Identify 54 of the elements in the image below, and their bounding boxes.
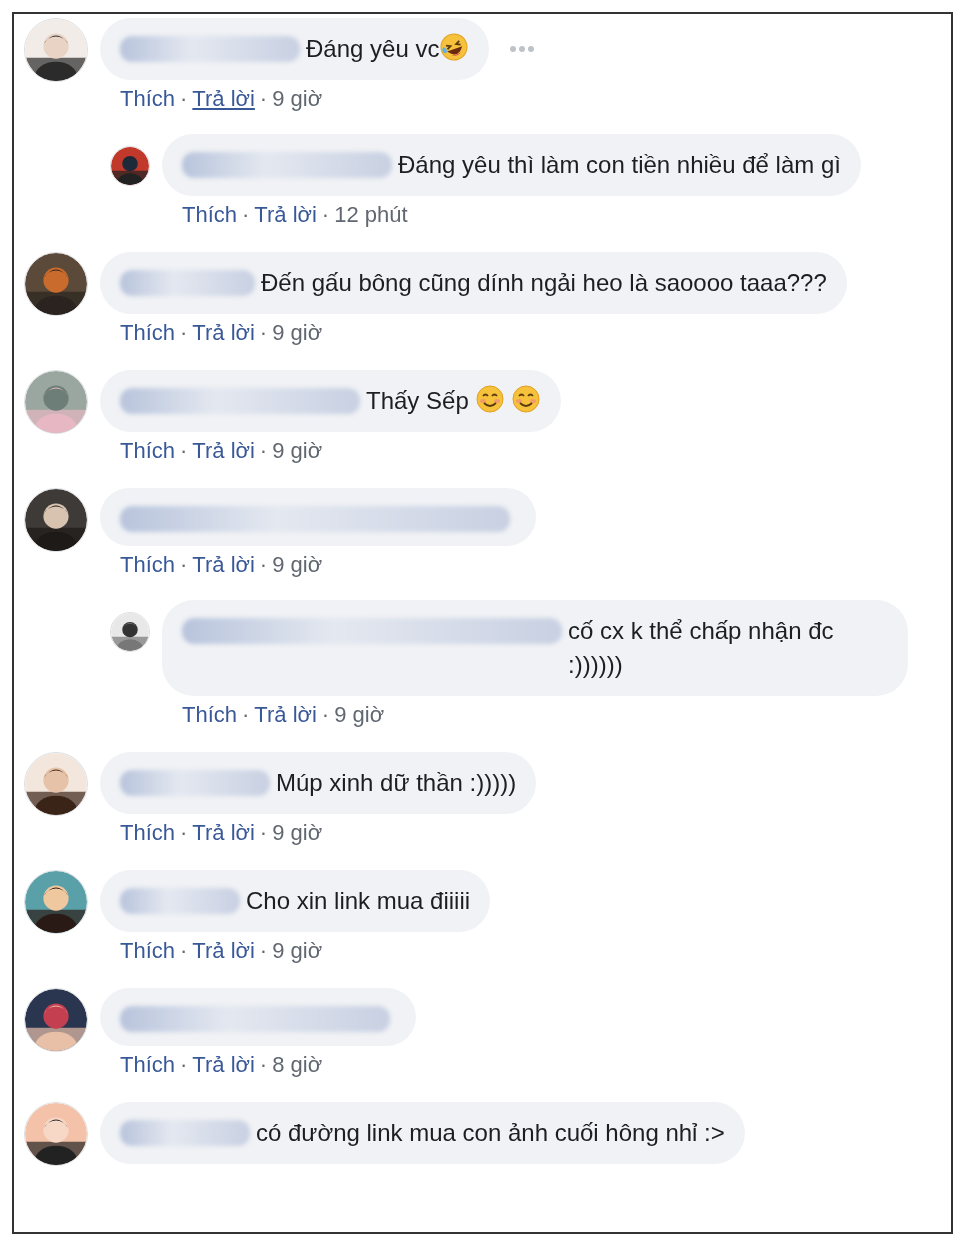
timestamp: 8 giờ bbox=[272, 1050, 323, 1079]
separator-dot: · bbox=[259, 436, 268, 465]
more-options-icon[interactable] bbox=[509, 45, 536, 53]
comment-text: Đến gấu bông cũng dính ngải heo là saoooo taaa??? bbox=[261, 268, 827, 298]
like-link[interactable]: Thích bbox=[120, 1047, 176, 1081]
like-link[interactable]: Thích bbox=[182, 697, 238, 731]
comment-text: Cho xin link mua điiiii bbox=[246, 886, 471, 916]
comment-text: Đáng yêu vc bbox=[306, 34, 440, 64]
timestamp: 9 giờ bbox=[272, 550, 323, 579]
separator-dot: · bbox=[242, 700, 250, 729]
reply-link[interactable]: Trả lời bbox=[192, 81, 255, 115]
separator-dot: · bbox=[180, 550, 188, 579]
separator-dot: · bbox=[242, 200, 250, 229]
separator-dot: · bbox=[180, 436, 188, 465]
comment-text: Đáng yêu thì làm con tiền nhiều để làm gì bbox=[398, 150, 841, 180]
reply-link[interactable]: Trả lời bbox=[254, 697, 317, 731]
separator-dot: · bbox=[321, 200, 330, 229]
reply-link[interactable]: Trả lời bbox=[254, 197, 317, 231]
reply-link[interactable]: Trả lời bbox=[192, 933, 255, 967]
like-link[interactable]: Thích bbox=[182, 197, 238, 231]
like-link[interactable]: Thích bbox=[120, 433, 176, 467]
separator-dot: · bbox=[259, 936, 268, 965]
like-link[interactable]: Thích bbox=[120, 815, 176, 849]
timestamp: 9 giờ bbox=[272, 436, 323, 465]
reply-link[interactable]: Trả lời bbox=[192, 815, 255, 849]
separator-dot: · bbox=[259, 84, 268, 113]
separator-dot: · bbox=[259, 818, 268, 847]
separator-dot: · bbox=[321, 700, 330, 729]
like-link[interactable]: Thích bbox=[120, 933, 176, 967]
separator-dot: · bbox=[180, 936, 188, 965]
timestamp: 9 giờ bbox=[334, 700, 385, 729]
reply-link[interactable]: Trả lời bbox=[192, 315, 255, 349]
reply-link[interactable]: Trả lời bbox=[192, 433, 255, 467]
timestamp: 12 phút bbox=[334, 200, 408, 229]
like-link[interactable]: Thích bbox=[120, 315, 176, 349]
separator-dot: · bbox=[259, 1050, 268, 1079]
timestamp: 9 giờ bbox=[272, 818, 323, 847]
separator-dot: · bbox=[180, 318, 188, 347]
separator-dot: · bbox=[259, 550, 268, 579]
timestamp: 9 giờ bbox=[272, 936, 323, 965]
separator-dot: · bbox=[180, 818, 188, 847]
like-link[interactable]: Thích bbox=[120, 547, 176, 581]
reply-link[interactable]: Trả lời bbox=[192, 547, 255, 581]
separator-dot: · bbox=[259, 318, 268, 347]
separator-dot: · bbox=[180, 1050, 188, 1079]
comment-text: có đường link mua con ảnh cuối hông nhỉ :> bbox=[256, 1118, 725, 1148]
reply-link[interactable]: Trả lời bbox=[192, 1047, 255, 1081]
comment-text: Múp xinh dữ thần :))))) bbox=[276, 768, 517, 798]
like-link[interactable]: Thích bbox=[120, 81, 176, 115]
separator-dot: · bbox=[180, 84, 188, 113]
comment-text: Thấy Sếp bbox=[366, 386, 469, 416]
timestamp: 9 giờ bbox=[272, 318, 323, 347]
comment-text: cố cx k thể chấp nhận đc :)))))) bbox=[568, 616, 835, 680]
timestamp: 9 giờ bbox=[272, 84, 323, 113]
